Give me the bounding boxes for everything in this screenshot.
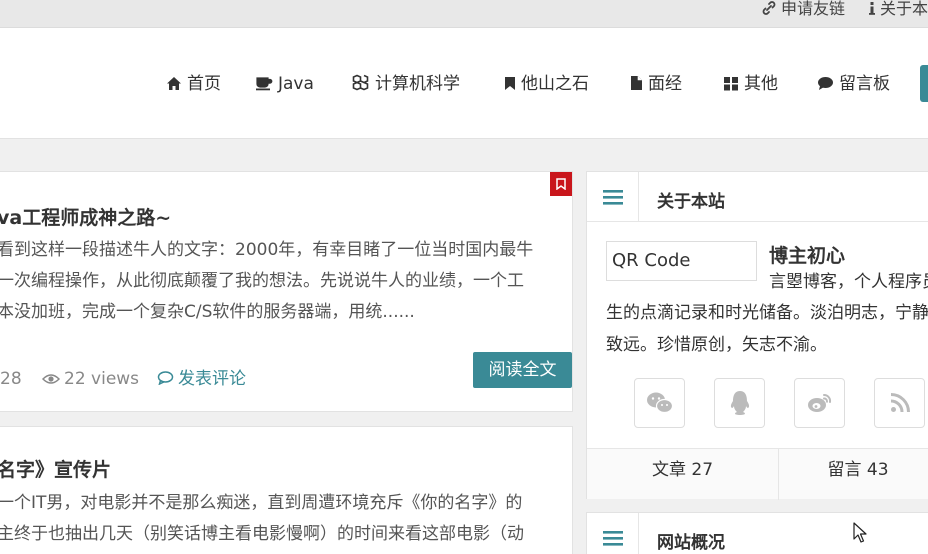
post-excerpt-line: 本没加班，完成一个复杂C/S软件的服务器端，用统......	[0, 302, 415, 322]
rss-button[interactable]	[874, 378, 925, 428]
nav-item-home-label: 首页	[187, 74, 221, 94]
rss-icon	[890, 393, 910, 413]
nav-item-guestbook[interactable]: 留言板	[817, 72, 890, 96]
mouse-cursor-icon	[853, 522, 867, 543]
grid-icon	[724, 77, 738, 91]
nav-item-computer-science-label: 计算机科学	[375, 74, 460, 94]
post-views-label: 22 views	[64, 369, 140, 389]
stat-articles-value: 27	[691, 460, 714, 480]
qr-code-image: QR Code	[606, 241, 757, 281]
comment-outline-icon	[157, 371, 174, 386]
about-text-line: 言曌博客，个人程序员	[769, 272, 928, 292]
post-comment-link[interactable]: 发表评论	[157, 368, 246, 390]
qq-button[interactable]	[714, 378, 765, 428]
site-header: 首页 Java 计算机科学 他山之石 面经 其他 留言板	[0, 28, 928, 139]
featured-bookmark-badge	[550, 172, 572, 196]
cubes-icon	[352, 74, 369, 91]
post-excerpt-line: 主终于也抽出几天（别笑话博主看电影慢啊）的时间来看这部电影（动	[0, 524, 524, 544]
about-site-link-label: 关于本	[880, 0, 928, 18]
post-views: 22 views	[41, 368, 140, 390]
coffee-icon	[256, 77, 273, 91]
home-icon	[167, 77, 181, 90]
menu-icon	[587, 513, 639, 554]
post-card: 名字》宣传片 一个IT男，对电影并不是那么痴迷，直到周遭环境充斥《你的名字》的 …	[0, 426, 573, 554]
info-icon	[869, 2, 875, 15]
eye-icon	[41, 374, 61, 384]
site-overview-widget: 网站概况	[586, 512, 928, 554]
link-icon	[762, 1, 776, 15]
post-excerpt-line: 看到这样一段描述牛人的文字：2000年，有幸目睹了一位当时国内最牛	[0, 240, 534, 260]
stat-articles[interactable]: 文章 27	[587, 449, 778, 500]
qq-icon	[730, 391, 749, 415]
widget-title: 网站概况	[657, 533, 725, 553]
nav-item-computer-science[interactable]: 计算机科学	[351, 72, 460, 96]
nav-item-java[interactable]: Java	[255, 72, 314, 96]
widget-title: 关于本站	[657, 192, 725, 212]
nav-item-home[interactable]: 首页	[166, 72, 221, 96]
post-date: 28	[0, 369, 22, 389]
nav-item-guestbook-label: 留言板	[839, 74, 890, 94]
nav-search-button-edge[interactable]	[920, 65, 928, 102]
about-site-widget: 关于本站 QR Code 博主初心 言曌博客，个人程序员 生的点滴记录和时光储备…	[586, 171, 928, 500]
file-icon	[631, 76, 642, 90]
widget-header: 关于本站	[587, 172, 928, 222]
post-excerpt-line: 一次编程操作，从此彻底颠覆了我的想法。先说说牛人的业绩，一个工	[0, 271, 524, 291]
stat-articles-label: 文章	[651, 460, 686, 480]
weibo-icon	[807, 393, 831, 412]
site-stats: 文章 27 留言 43	[587, 448, 928, 500]
nav-item-misc-label: 其他	[744, 74, 778, 94]
weibo-button[interactable]	[794, 378, 845, 428]
nav-item-java-label: Java	[278, 74, 314, 94]
wechat-button[interactable]	[634, 378, 685, 428]
stat-comments-label: 留言	[827, 460, 862, 480]
stat-comments-value: 43	[866, 460, 889, 480]
bookmark-icon	[505, 77, 515, 90]
post-comment-label: 发表评论	[178, 369, 246, 389]
nav-item-interviews-label: 面经	[648, 74, 682, 94]
about-site-link[interactable]: 关于本	[868, 0, 928, 18]
stat-comments[interactable]: 留言 43	[779, 449, 928, 500]
menu-icon	[587, 172, 639, 222]
comment-icon	[818, 77, 833, 90]
apply-friend-link-label: 申请友链	[781, 0, 846, 18]
nav-item-interviews[interactable]: 面经	[630, 72, 682, 96]
apply-friend-link[interactable]: 申请友链	[761, 0, 845, 18]
top-bar: 申请友链 关于本	[0, 0, 928, 28]
post-title[interactable]: va工程师成神之路~	[0, 203, 171, 230]
bookmark-icon	[556, 178, 566, 190]
wechat-icon	[646, 392, 673, 414]
nav-item-other-stones[interactable]: 他山之石	[504, 72, 589, 96]
about-text-line: 致远。珍惜原创，矢志不渝。	[606, 335, 827, 355]
read-more-button[interactable]: 阅读全文	[473, 352, 572, 388]
about-text-line: 生的点滴记录和时光储备。淡泊明志，宁静	[606, 303, 928, 323]
nav-item-other-stones-label: 他山之石	[521, 74, 589, 94]
post-title[interactable]: 名字》宣传片	[0, 455, 111, 482]
nav-item-misc[interactable]: 其他	[723, 72, 778, 96]
post-excerpt-line: 一个IT男，对电影并不是那么痴迷，直到周遭环境充斥《你的名字》的	[0, 493, 523, 513]
owner-name: 博主初心	[769, 245, 846, 267]
